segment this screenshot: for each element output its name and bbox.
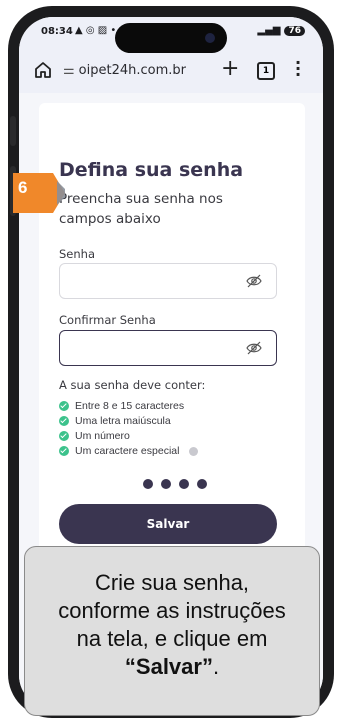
check-icon [59,431,69,441]
rules-title: A sua senha deve conter: [59,378,206,392]
camera-icon [205,33,215,43]
caption-line: conforme as instruções [58,598,286,623]
tab-switcher-button[interactable]: 1 [257,62,275,80]
page-subtitle: Preencha sua senha nos campos abaixo [59,191,223,227]
rule-item: Um número [59,430,130,442]
notification-icons: ▲ ◎ ▨ • [75,25,117,36]
strength-dot [161,479,171,489]
home-icon[interactable] [33,60,53,80]
confirm-password-field[interactable] [59,330,277,366]
rule-item: Um caractere especial [59,445,199,457]
password-label: Senha [59,247,95,261]
save-button[interactable]: Salvar [59,504,277,544]
dynamic-island [115,23,227,53]
password-field[interactable] [59,263,277,299]
check-icon [59,416,69,426]
caption-line: “Salvar”. [25,653,319,681]
eye-off-icon[interactable] [246,273,262,289]
check-icon [59,401,69,411]
check-icon [59,446,69,456]
more-menu-icon[interactable]: · · · [295,55,301,83]
strength-dot [179,479,189,489]
rule-item: Entre 8 e 15 caracteres [59,400,184,412]
caption-line: na tela, e clique em [76,626,268,651]
strength-dot [143,479,153,489]
strength-dot [197,479,207,489]
caption-bold: “Salvar” [124,654,213,679]
step-number: 6 [18,178,28,197]
status-right: ▂▄▆ 76 [257,25,305,36]
browser-toolbar: ⚌ oipet24h.com.br + 1 · · · [19,47,323,93]
url-text: oipet24h.com.br [78,62,186,78]
battery-icon: 76 [284,25,305,36]
page-title: Defina sua senha [59,159,244,181]
site-settings-icon[interactable]: ⚌ [63,63,75,78]
address-bar[interactable]: ⚌ oipet24h.com.br [63,56,217,84]
phone-side-button [10,116,16,146]
rule-item: Uma letra maiúscula [59,415,171,427]
confirm-password-label: Confirmar Senha [59,313,156,327]
info-icon[interactable] [189,446,199,456]
signal-icon: ▂▄▆ [257,25,281,36]
caption-line: Crie sua senha, [94,570,250,595]
eye-off-icon[interactable] [246,340,262,356]
strength-dots [143,479,207,489]
caption-end: . [212,654,220,679]
new-tab-icon[interactable]: + [221,56,239,81]
tutorial-caption: Crie sua senha, conforme as instruções n… [24,546,320,716]
status-time: 08:34 [41,26,73,37]
